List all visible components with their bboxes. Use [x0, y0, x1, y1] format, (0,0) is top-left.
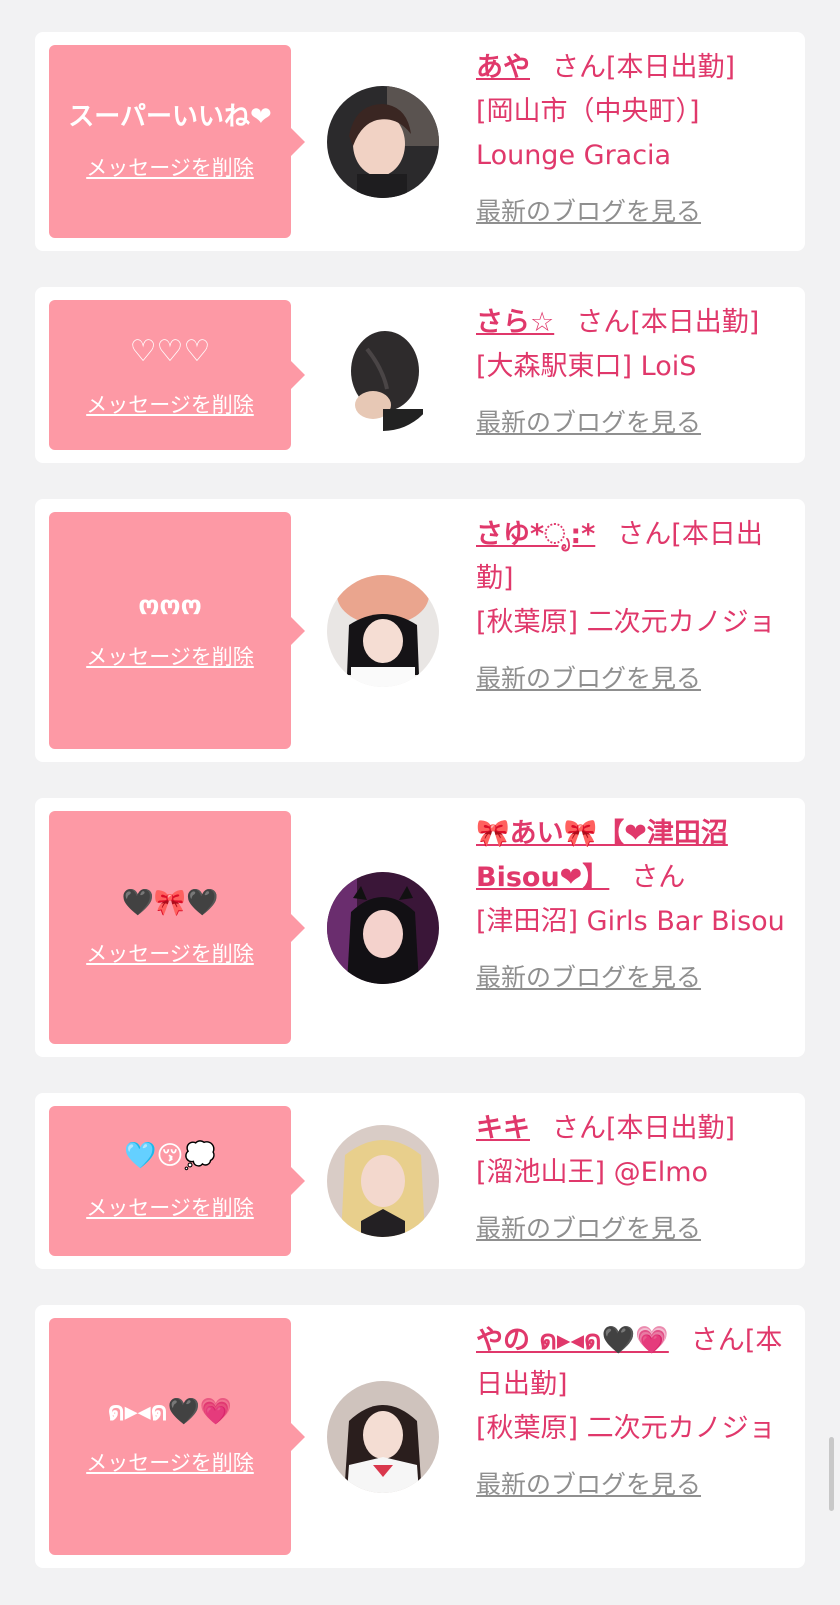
- girl-info: さら☆ さん[本日出勤] [大森駅東口] LoiS 最新のブログを見る: [476, 301, 785, 445]
- delete-message-link[interactable]: メッセージを削除: [86, 1192, 254, 1222]
- san-label: さん: [576, 307, 631, 338]
- girl-name-link[interactable]: キキ: [476, 1113, 530, 1144]
- girl-info: 🎀あい🎀【❤津田沼Bisou❤】 さん [津田沼] Girls Bar Bisou…: [476, 812, 785, 1000]
- avatar[interactable]: [327, 574, 439, 687]
- avatar[interactable]: [327, 319, 439, 431]
- latest-blog-link[interactable]: 最新のブログを見る: [476, 657, 701, 701]
- message-text: スーパーいいね❤: [68, 101, 272, 132]
- latest-blog-link[interactable]: 最新のブログを見る: [476, 190, 701, 234]
- latest-blog-link[interactable]: 最新のブログを見る: [476, 956, 701, 1000]
- store-info: [大森駅東口] LoiS: [476, 351, 697, 382]
- scrollbar[interactable]: [829, 1437, 834, 1511]
- girl-name-link[interactable]: さゆ*ೃ:*: [476, 519, 595, 550]
- message-text: ด▸◂ด🖤💗: [107, 1396, 233, 1427]
- girl-name-link[interactable]: さら☆: [476, 307, 554, 338]
- delete-message-link[interactable]: メッセージを削除: [86, 641, 254, 671]
- girl-info: キキ さん[本日出勤] [溜池山王] @Elmo 最新のブログを見る: [476, 1107, 785, 1251]
- avatar[interactable]: [327, 871, 439, 984]
- girl-name-link[interactable]: あや: [476, 52, 530, 83]
- message-bubble: ოოო メッセージを削除: [49, 512, 305, 749]
- delete-message-link[interactable]: メッセージを削除: [86, 1447, 254, 1477]
- girl-name-link[interactable]: 🎀あい🎀【❤津田沼Bisou❤】: [476, 818, 728, 893]
- delete-message-link[interactable]: メッセージを削除: [86, 389, 254, 419]
- message-card: ด▸◂ด🖤💗 メッセージを削除 やの ด▸◂ด🖤💗 さん[本日出勤] [秋葉原] …: [35, 1305, 805, 1568]
- store-info: [秋葉原] 二次元カノジョ: [476, 1413, 776, 1444]
- latest-blog-link[interactable]: 最新のブログを見る: [476, 401, 701, 445]
- message-bubble: スーパーいいね❤ メッセージを削除: [49, 45, 305, 238]
- message-card: 🩵😚💭 メッセージを削除 キキ さん[本日出勤] [溜池山王] @Elmo 最新の…: [35, 1093, 805, 1269]
- work-status: [本日出勤]: [630, 307, 760, 338]
- girl-info: やの ด▸◂ด🖤💗 さん[本日出勤] [秋葉原] 二次元カノジョ 最新のブログを見…: [476, 1319, 785, 1507]
- message-text: 🩵😚💭: [124, 1141, 216, 1172]
- avatar[interactable]: [327, 1125, 439, 1237]
- delete-message-link[interactable]: メッセージを削除: [86, 152, 254, 182]
- message-card: 🖤🎀🖤 メッセージを削除 🎀あい🎀【❤津田沼Bisou❤】 さん [津田沼] Gi…: [35, 798, 805, 1057]
- delete-message-link[interactable]: メッセージを削除: [86, 938, 254, 968]
- message-bubble: 🩵😚💭 メッセージを削除: [49, 1106, 305, 1256]
- latest-blog-link[interactable]: 最新のブログを見る: [476, 1463, 701, 1507]
- san-label: さん: [690, 1325, 745, 1356]
- avatar[interactable]: [327, 1380, 439, 1493]
- message-text: ♡♡♡: [129, 333, 211, 369]
- girl-info: あや さん[本日出勤] [岡山市（中央町）] Lounge Gracia 最新のブ…: [476, 46, 785, 234]
- girl-info: さゆ*ೃ:* さん[本日出勤] [秋葉原] 二次元カノジョ 最新のブログを見る: [476, 513, 785, 701]
- san-label: さん: [552, 52, 606, 83]
- san-label: さん: [631, 862, 686, 893]
- message-card: ♡♡♡ メッセージを削除 さら☆ さん[本日出勤] [大森駅東口] LoiS 最新…: [35, 287, 805, 463]
- message-text: 🖤🎀🖤: [121, 887, 219, 918]
- message-card: ოოო メッセージを削除 さゆ*ೃ:* さん[本日出勤] [秋葉原] 二次元カノジ…: [35, 499, 805, 762]
- message-card: スーパーいいね❤ メッセージを削除 あや さん[本日出勤] [岡山市（中央町）] …: [35, 32, 805, 251]
- store-info: [溜池山王] @Elmo: [476, 1157, 709, 1188]
- work-status: [本日出勤]: [606, 52, 736, 83]
- store-info: [秋葉原] 二次元カノジョ: [476, 607, 776, 638]
- store-info: [津田沼] Girls Bar Bisou: [476, 906, 785, 937]
- girl-name-link[interactable]: やの ด▸◂ด🖤💗: [476, 1325, 669, 1356]
- san-label: さん: [617, 519, 672, 550]
- message-bubble: ♡♡♡ メッセージを削除: [49, 300, 305, 450]
- message-bubble: 🖤🎀🖤 メッセージを削除: [49, 811, 305, 1044]
- message-list: スーパーいいね❤ メッセージを削除 あや さん[本日出勤] [岡山市（中央町）] …: [35, 32, 805, 1604]
- work-status: [本日出勤]: [606, 1113, 736, 1144]
- avatar[interactable]: [327, 85, 439, 198]
- san-label: さん: [552, 1113, 606, 1144]
- message-bubble: ด▸◂ด🖤💗 メッセージを削除: [49, 1318, 305, 1555]
- store-info: [岡山市（中央町）] Lounge Gracia: [476, 96, 700, 171]
- message-text: ოოო: [138, 590, 202, 621]
- latest-blog-link[interactable]: 最新のブログを見る: [476, 1207, 701, 1251]
